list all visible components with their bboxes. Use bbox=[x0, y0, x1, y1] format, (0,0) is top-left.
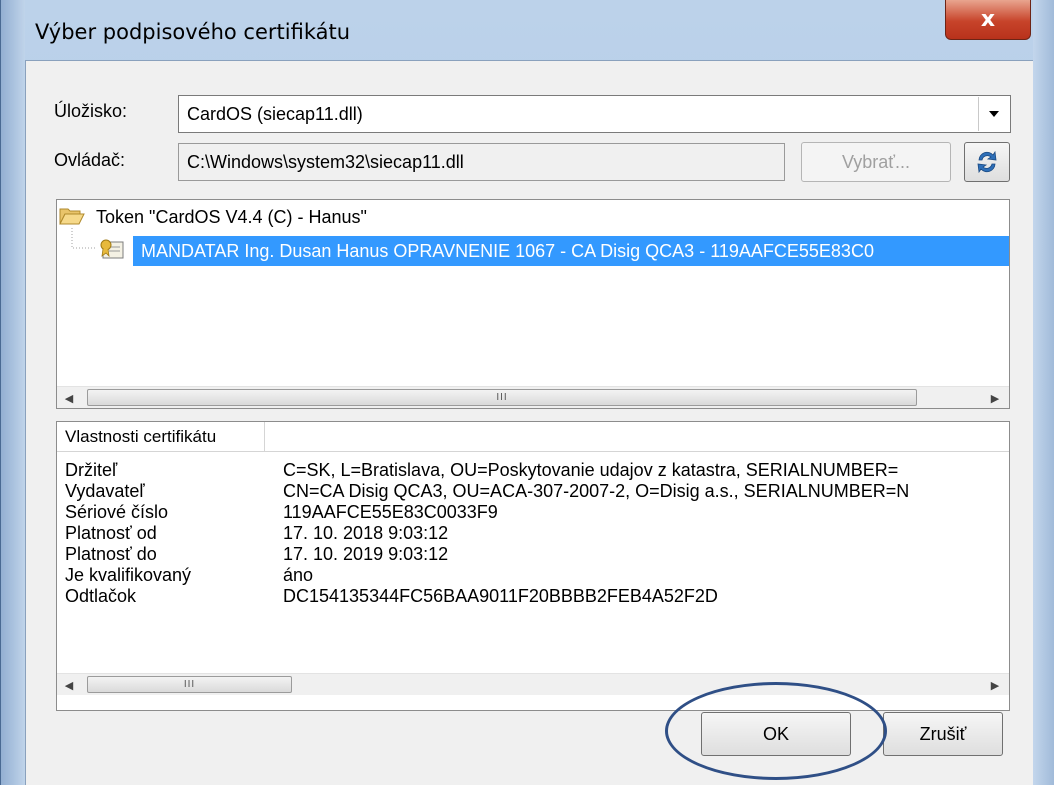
folder-open-icon bbox=[59, 208, 85, 225]
property-name: Odtlačok bbox=[65, 586, 137, 606]
driver-path-field: C:\Windows\system32\siecap11.dll bbox=[178, 143, 785, 181]
properties-horizontal-scrollbar[interactable]: ◀ III ▶ bbox=[57, 673, 1009, 695]
scroll-right-icon[interactable]: ▶ bbox=[983, 674, 1007, 696]
select-driver-button[interactable]: Vybrať... bbox=[801, 142, 951, 182]
tree-horizontal-scrollbar[interactable]: ◀ III ▶ bbox=[57, 386, 1009, 408]
property-name: Platnosť od bbox=[65, 523, 157, 543]
driver-label: Ovládač: bbox=[54, 150, 126, 170]
tree-scroll-thumb[interactable]: III bbox=[87, 389, 917, 406]
cancel-button[interactable]: Zrušiť bbox=[883, 712, 1003, 756]
property-name: Držiteľ bbox=[65, 460, 118, 480]
tree-node-token[interactable]: Token "CardOS V4.4 (C) - Hanus" bbox=[59, 206, 367, 228]
property-name: Vydavateľ bbox=[65, 481, 145, 501]
properties-scroll-thumb[interactable]: III bbox=[87, 676, 292, 693]
window-title: Výber podpisového certifikátu bbox=[35, 20, 351, 44]
property-value: DC154135344FC56BAA9011F20BBBB2FEB4A52F2D bbox=[283, 586, 718, 606]
property-value: C=SK, L=Bratislava, OU=Poskytovanie udaj… bbox=[283, 460, 899, 480]
certificate-properties-list[interactable]: Vlastnosti certifikátu Držiteľ C=SK, L=B… bbox=[56, 421, 1010, 711]
tree-node-certificate[interactable]: MANDATAR Ing. Dusan Hanus OPRAVNENIE 106… bbox=[133, 236, 1009, 266]
property-name: Je kvalifikovaný bbox=[65, 565, 192, 585]
scroll-left-icon[interactable]: ◀ bbox=[57, 387, 81, 408]
scroll-grip: III bbox=[496, 392, 508, 403]
title-bar[interactable]: Výber podpisového certifikátu x bbox=[1, 0, 1054, 56]
property-name: Platnosť do bbox=[65, 544, 157, 564]
property-value: 119AAFCE55E83C0033F9 bbox=[283, 502, 498, 522]
property-name: Sériové číslo bbox=[65, 502, 169, 522]
property-value: CN=CA Disig QCA3, OU=ACA-307-2007-2, O=D… bbox=[283, 481, 910, 501]
scroll-right-icon[interactable]: ▶ bbox=[983, 387, 1007, 408]
refresh-button[interactable] bbox=[964, 142, 1010, 182]
property-value: 17. 10. 2019 9:03:12 bbox=[283, 544, 449, 564]
window-left-frame bbox=[1, 0, 25, 785]
certificate-tree[interactable]: Token "CardOS V4.4 (C) - Hanus" MANDATAR… bbox=[56, 199, 1010, 409]
certificate-icon bbox=[100, 239, 124, 259]
storage-dropdown[interactable]: CardOS (siecap11.dll) bbox=[178, 95, 1011, 133]
dialog-window: Výber podpisového certifikátu x Úložisko… bbox=[0, 0, 1054, 785]
ok-label: OK bbox=[762, 723, 789, 744]
property-value: 17. 10. 2018 9:03:12 bbox=[283, 523, 449, 543]
close-icon: x bbox=[980, 7, 996, 32]
storage-selected-value: CardOS (siecap11.dll) bbox=[187, 104, 363, 124]
cancel-label: Zrušiť bbox=[919, 723, 967, 744]
scroll-grip: III bbox=[183, 679, 196, 690]
token-label: Token "CardOS V4.4 (C) - Hanus" bbox=[96, 207, 367, 227]
chevron-down-icon[interactable] bbox=[978, 97, 1009, 131]
storage-label: Úložisko: bbox=[54, 101, 128, 121]
ok-button[interactable]: OK bbox=[701, 712, 851, 756]
refresh-icon bbox=[977, 150, 997, 174]
select-driver-label: Vybrať... bbox=[841, 151, 911, 172]
window-right-frame bbox=[1033, 0, 1054, 785]
property-value: áno bbox=[283, 565, 314, 585]
scroll-left-icon[interactable]: ◀ bbox=[57, 674, 81, 696]
properties-column-header[interactable]: Vlastnosti certifikátu bbox=[57, 422, 265, 452]
properties-header: Vlastnosti certifikátu bbox=[57, 422, 1009, 452]
driver-path-value: C:\Windows\system32\siecap11.dll bbox=[187, 152, 464, 172]
close-button[interactable]: x bbox=[945, 0, 1031, 40]
